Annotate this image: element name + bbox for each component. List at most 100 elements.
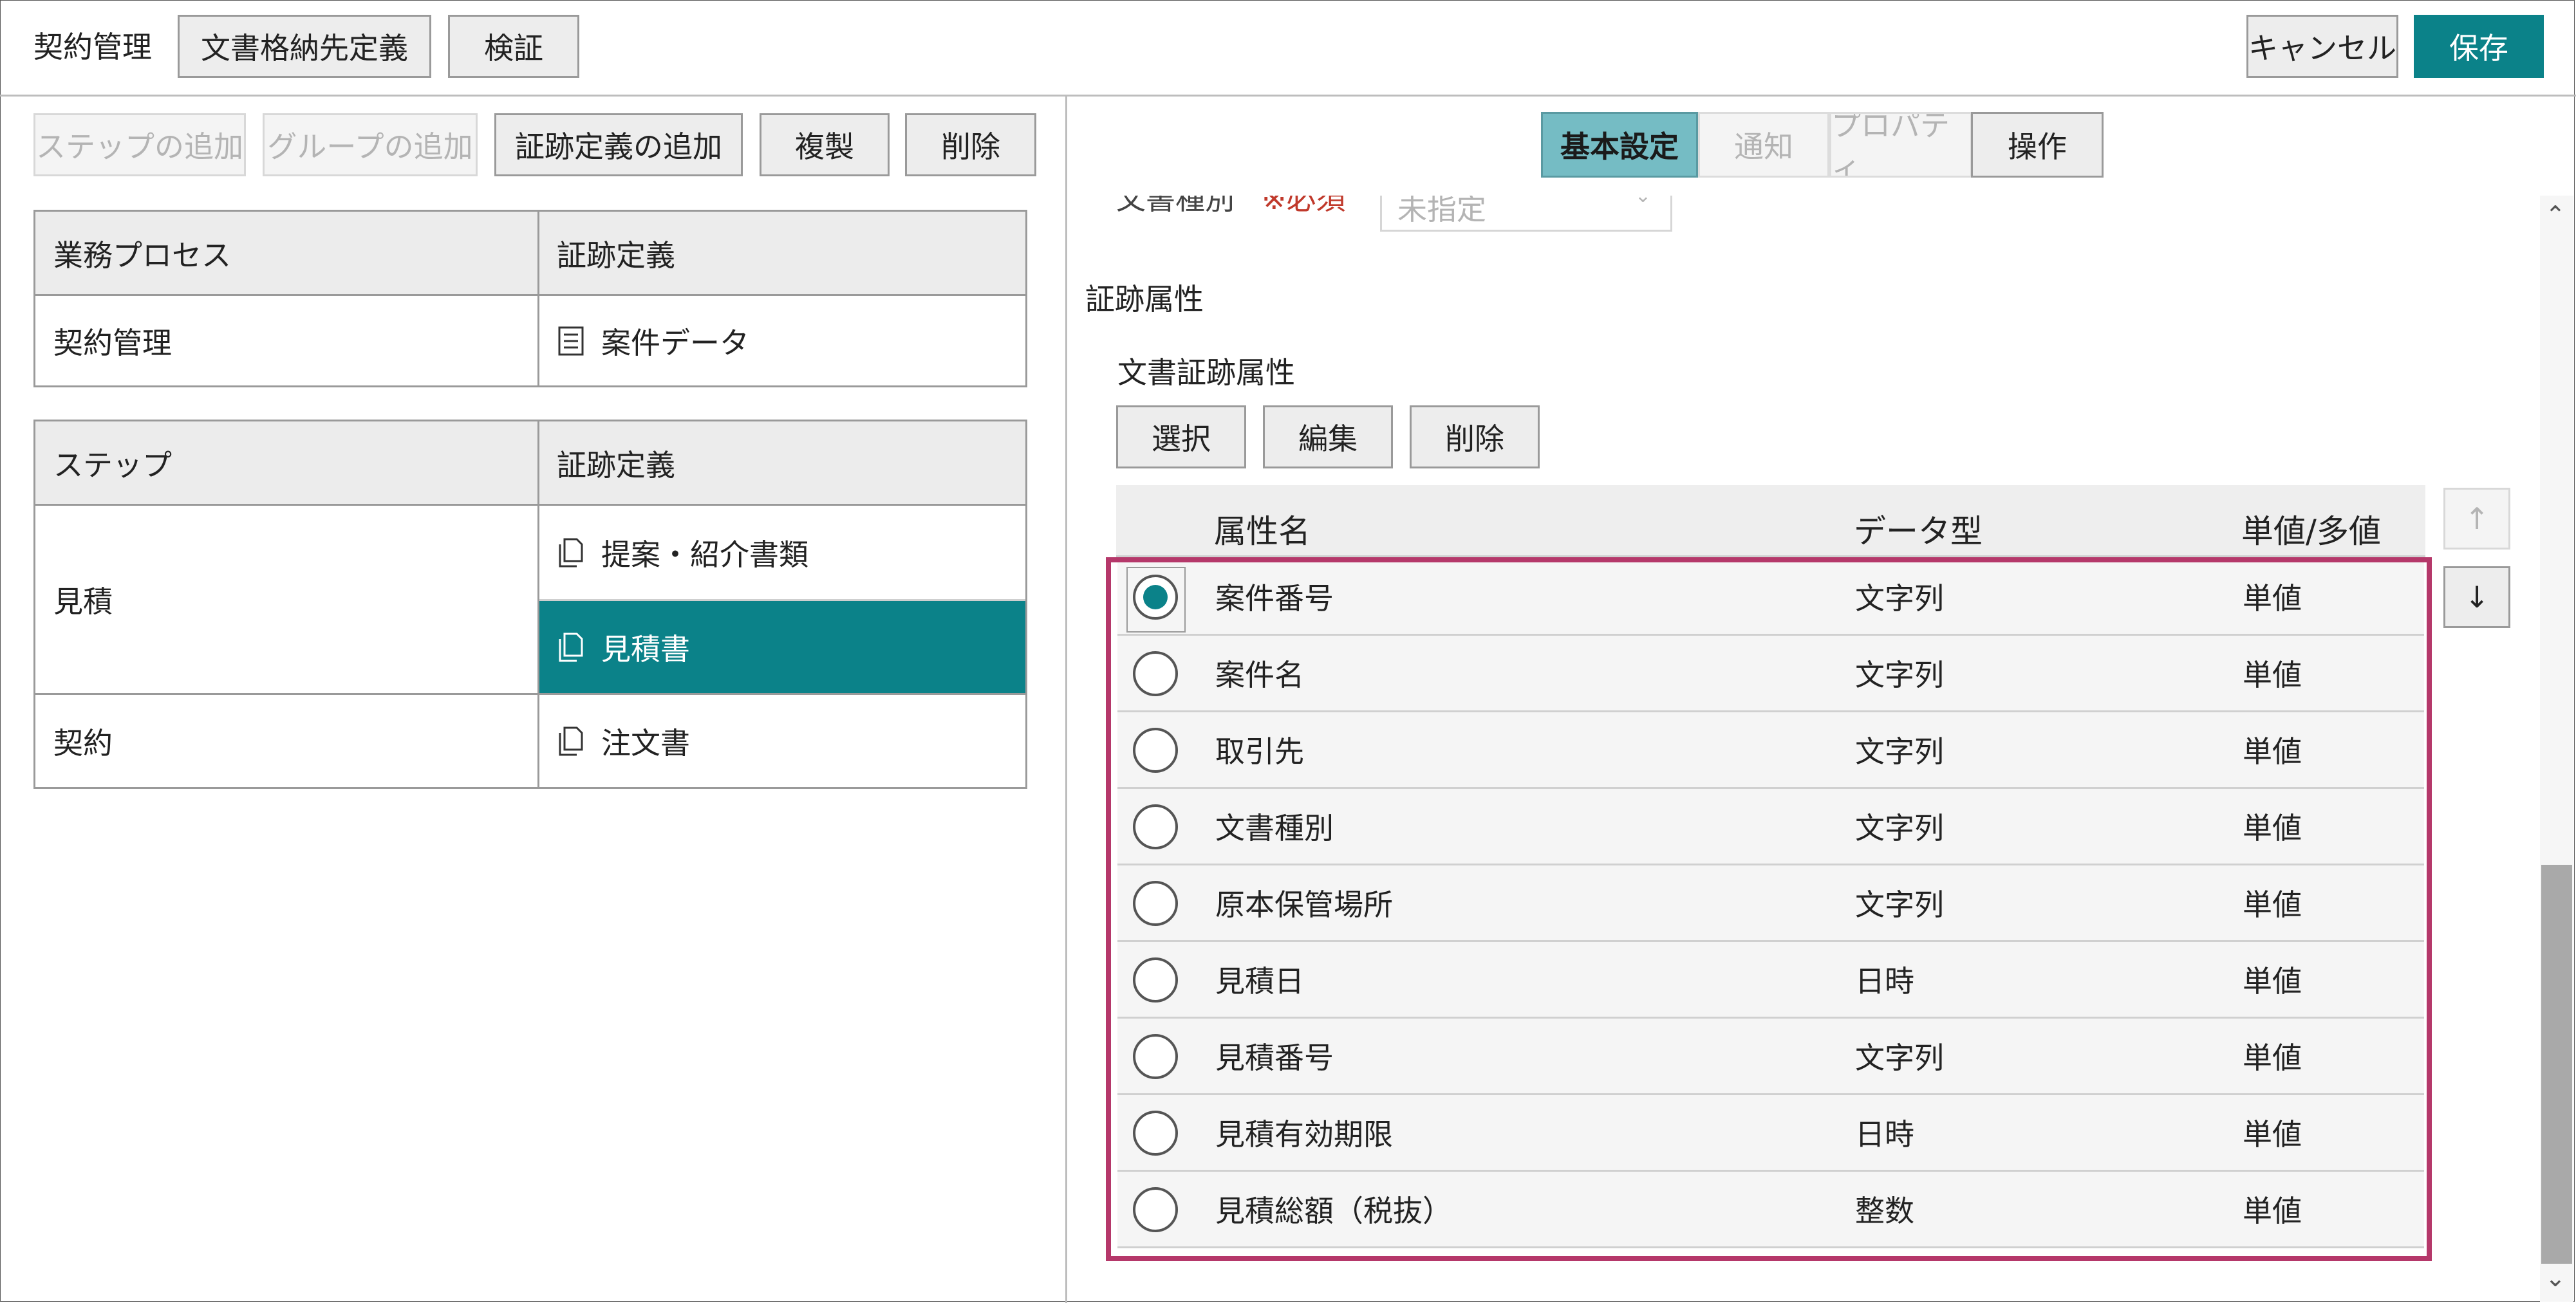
select-attribute-button[interactable]: 選択 [1116,405,1246,468]
document-trail-attributes-title: 文書証跡属性 [1117,355,1295,390]
attribute-multiplicity: 単値 [2243,1116,2302,1152]
step-definition-header: 証跡定義 [539,421,1025,505]
attribute-multiplicity: 単値 [2243,580,2302,616]
attribute-name: 取引先 [1215,734,1304,769]
attribute-row[interactable]: 見積有効期限 日時 単値 [1117,1095,2424,1172]
attribute-row[interactable]: 見積総額（税抜） 整数 単値 [1117,1172,2424,1248]
scrollbar-thumb[interactable] [2541,865,2572,1264]
step-name-cell[interactable]: 契約 [35,695,537,787]
tab-operations[interactable]: 操作 [1971,112,2104,178]
attribute-data-type: 整数 [1855,1193,1914,1228]
process-header: 業務プロセス [35,212,539,295]
attribute-data-type: 文字列 [1855,734,1944,769]
attribute-radio-button[interactable] [1133,728,1178,773]
attribute-multiplicity: 単値 [2243,1193,2302,1228]
delete-attribute-button[interactable]: 削除 [1410,405,1540,468]
verify-button[interactable]: 検証 [448,15,579,78]
attribute-radio-button[interactable] [1133,1034,1178,1079]
step-table: ステップ 証跡定義 見積 提案・紹介書類 見積書 契約 注文書 [33,420,1027,789]
column-attribute-name: 属性名 [1214,513,1311,550]
attribute-multiplicity: 単値 [2243,963,2302,999]
header-divider [0,95,2576,97]
copy-document-icon [557,632,584,663]
definition-header: 証跡定義 [539,212,1025,295]
add-group-button[interactable]: グループの追加 [263,113,478,176]
attribute-row[interactable]: 文書種別 文字列 単値 [1117,789,2424,865]
arrow-up-icon: ↑ [2464,501,2490,536]
save-button[interactable]: 保存 [2414,15,2544,78]
attribute-multiplicity: 単値 [2243,734,2302,769]
step-name-cell[interactable]: 見積 [35,506,537,694]
attribute-radio-button[interactable] [1133,957,1178,1003]
chevron-down-icon: ⌄ [1634,196,1651,207]
process-name-cell[interactable]: 契約管理 [35,296,537,385]
attribute-multiplicity: 単値 [2243,887,2302,922]
required-mark: ※必須 [1262,196,1346,216]
focus-ring [1126,567,1186,633]
process-definition-cell[interactable]: 案件データ [539,296,1025,385]
column-data-type: データ型 [1854,513,1983,550]
document-type-label: 文書種別 [1116,196,1235,216]
copy-document-icon [557,537,584,568]
vertical-scrollbar[interactable]: ⌃ ⌄ [2540,196,2573,1302]
attribute-multiplicity: 単値 [2243,1040,2302,1075]
attribute-data-type: 文字列 [1855,580,1944,616]
attribute-name: 見積日 [1215,963,1304,999]
attribute-multiplicity: 単値 [2243,810,2302,846]
attribute-row[interactable]: 案件名 文字列 単値 [1117,636,2424,712]
attribute-radio-button[interactable] [1133,881,1178,926]
attribute-multiplicity: 単値 [2243,657,2302,692]
cancel-button[interactable]: キャンセル [2246,15,2398,78]
attribute-data-type: 日時 [1855,963,1914,999]
move-up-button[interactable]: ↑ [2443,488,2510,550]
list-document-icon [557,326,584,356]
process-definition-label: 案件データ [601,325,749,360]
step-definition-label: 提案・紹介書類 [601,537,808,572]
attribute-data-type: 文字列 [1855,1040,1944,1075]
delete-button[interactable]: 削除 [905,113,1036,176]
attribute-name: 案件名 [1215,657,1304,692]
document-storage-definition-button[interactable]: 文書格納先定義 [178,15,431,78]
scroll-down-arrow-icon[interactable]: ⌄ [2545,1264,2566,1292]
attribute-row[interactable]: 原本保管場所 文字列 単値 [1117,865,2424,942]
attribute-row[interactable]: 案件番号 文字列 単値 [1117,559,2424,636]
copy-document-icon [557,726,584,757]
attribute-name: 文書種別 [1215,810,1334,846]
attribute-row[interactable]: 見積日 日時 単値 [1117,942,2424,1019]
attribute-row[interactable]: 見積番号 文字列 単値 [1117,1019,2424,1095]
duplicate-button[interactable]: 複製 [760,113,890,176]
attribute-row[interactable]: 取引先 文字列 単値 [1117,712,2424,789]
column-multiplicity: 単値/多値 [2241,513,2381,550]
tab-basic-settings[interactable]: 基本設定 [1541,112,1698,178]
attribute-data-type: 文字列 [1855,810,1944,846]
attribute-name: 見積有効期限 [1215,1116,1393,1152]
attribute-radio-button[interactable] [1133,1187,1178,1232]
attribute-radio-button[interactable] [1126,567,1186,633]
step-definition-label: 見積書 [601,632,690,667]
move-down-button[interactable]: ↓ [2443,566,2510,628]
attribute-data-type: 文字列 [1855,657,1944,692]
document-type-select[interactable]: 未指定 ⌄ [1380,196,1672,232]
tab-properties[interactable]: プロパティ [1829,112,1972,178]
attribute-radio-button[interactable] [1133,804,1178,849]
add-step-button[interactable]: ステップの追加 [33,113,246,176]
step-header: ステップ [35,421,539,505]
arrow-down-icon: ↓ [2464,580,2490,615]
attribute-name: 原本保管場所 [1215,887,1393,922]
step-definition-cell[interactable]: 提案・紹介書類 [539,506,1025,600]
process-table: 業務プロセス 証跡定義 契約管理 案件データ [33,210,1027,387]
scroll-up-arrow-icon[interactable]: ⌃ [2545,201,2566,229]
step-definition-cell-selected[interactable]: 見積書 [539,601,1025,694]
add-trail-definition-button[interactable]: 証跡定義の追加 [494,113,743,176]
attribute-data-type: 日時 [1855,1116,1914,1152]
attribute-name: 案件番号 [1215,580,1334,616]
step-definition-label: 注文書 [601,725,690,761]
edit-attribute-button[interactable]: 編集 [1263,405,1393,468]
attribute-name: 見積総額（税抜） [1215,1193,1452,1228]
page-title: 契約管理 [33,30,152,64]
attribute-radio-button[interactable] [1133,651,1178,696]
step-definition-cell[interactable]: 注文書 [539,695,1025,787]
attribute-radio-button[interactable] [1133,1111,1178,1156]
attribute-name: 見積番号 [1215,1040,1334,1075]
tab-notifications[interactable]: 通知 [1698,112,1829,178]
